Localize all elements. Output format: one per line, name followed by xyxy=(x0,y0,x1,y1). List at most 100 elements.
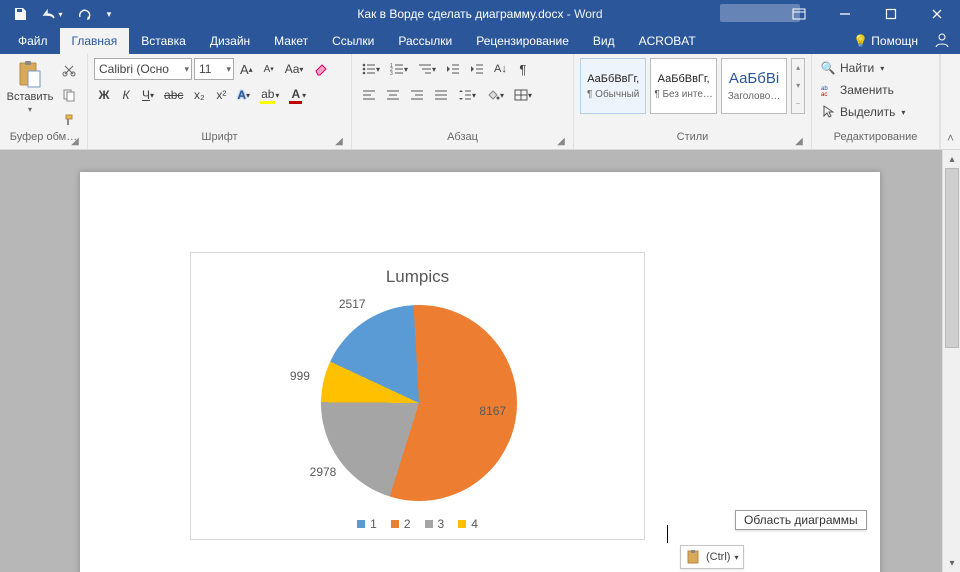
style-heading1[interactable]: АаБбВі Заголово… xyxy=(721,58,787,114)
close-button[interactable] xyxy=(914,0,960,28)
tab-insert[interactable]: Вставка xyxy=(129,28,198,54)
legend-swatch xyxy=(458,520,466,528)
tab-references[interactable]: Ссылки xyxy=(320,28,386,54)
justify-icon xyxy=(434,89,448,101)
tab-design[interactable]: Дизайн xyxy=(198,28,262,54)
show-marks-button[interactable]: ¶ xyxy=(513,58,533,80)
redo-button[interactable] xyxy=(70,2,98,26)
ribbon-display-options-button[interactable] xyxy=(776,0,822,28)
italic-button[interactable]: К xyxy=(116,84,136,106)
cursor-icon xyxy=(820,105,836,119)
find-button[interactable]: 🔍Найти▾ xyxy=(818,58,933,78)
undo-icon xyxy=(41,7,57,21)
qat-customize-button[interactable]: ▾ xyxy=(102,2,116,26)
legend-item: 4 xyxy=(458,517,478,531)
line-spacing-button[interactable]: ▾ xyxy=(454,84,480,106)
chevron-down-icon: ▾ xyxy=(796,81,800,90)
group-font: Calibri (Осно▾ 11▾ A▴ A▾ Aa▾ Ж К Ч▾ abc … xyxy=(88,54,352,149)
collapse-ribbon-button[interactable]: ˄ xyxy=(940,54,960,149)
legend-label: 2 xyxy=(404,517,411,531)
tab-layout[interactable]: Макет xyxy=(262,28,320,54)
grow-font-button[interactable]: A▴ xyxy=(236,58,257,80)
subscript-button[interactable]: x₂ xyxy=(189,84,209,106)
ribbon-tabs: Файл Главная Вставка Дизайн Макет Ссылки… xyxy=(0,28,960,54)
window-controls xyxy=(776,0,960,28)
chart-legend: 1234 xyxy=(191,517,644,531)
chart-data-label: 8167 xyxy=(479,404,506,418)
legend-swatch xyxy=(425,520,433,528)
tab-acrobat[interactable]: ACROBAT xyxy=(627,28,708,54)
style-no-spacing[interactable]: АаБбВвГг, ¶ Без инте… xyxy=(650,58,716,114)
group-clipboard: Вставить ▾ Буфер обм…◢ xyxy=(0,54,88,149)
select-button[interactable]: Выделить▾ xyxy=(818,102,933,122)
multilevel-list-button[interactable]: ▾ xyxy=(414,58,440,80)
numbering-button[interactable]: 123▾ xyxy=(386,58,412,80)
tab-view[interactable]: Вид xyxy=(581,28,627,54)
styles-dialog-launcher[interactable]: ◢ xyxy=(793,135,805,147)
underline-button[interactable]: Ч▾ xyxy=(138,84,158,106)
align-right-button[interactable] xyxy=(406,84,428,106)
undo-button[interactable]: ▾ xyxy=(38,2,66,26)
group-editing: 🔍Найти▾ abacЗаменить Выделить▾ Редактиро… xyxy=(812,54,940,149)
account-button[interactable] xyxy=(934,32,950,51)
styles-gallery-scroll[interactable]: ▴ ▾ ⎯ xyxy=(791,58,805,114)
paste-options-button[interactable]: (Ctrl) ▾ xyxy=(680,545,744,569)
scroll-up-button[interactable]: ▴ xyxy=(943,150,960,168)
copy-button[interactable] xyxy=(58,84,80,106)
shrink-font-button[interactable]: A▾ xyxy=(259,58,279,80)
font-name-combo[interactable]: Calibri (Осно▾ xyxy=(94,58,192,80)
bullets-button[interactable]: ▾ xyxy=(358,58,384,80)
highlight-button[interactable]: ab▾ xyxy=(256,84,283,106)
vertical-scrollbar[interactable]: ▴ ▾ xyxy=(942,150,960,572)
tab-home[interactable]: Главная xyxy=(60,28,130,54)
style-normal[interactable]: АаБбВвГг, ¶ Обычный xyxy=(580,58,646,114)
chart-title: Lumpics xyxy=(191,267,644,287)
decrease-indent-button[interactable] xyxy=(442,58,464,80)
eraser-icon xyxy=(313,62,329,76)
user-icon xyxy=(934,32,950,48)
text-effects-button[interactable]: A▾ xyxy=(233,84,254,106)
change-case-button[interactable]: Aa▾ xyxy=(281,58,308,80)
group-editing-label: Редактирование xyxy=(834,131,918,143)
format-painter-button[interactable] xyxy=(58,109,80,131)
tab-file[interactable]: Файл xyxy=(6,28,60,54)
tell-me[interactable]: 💡 Помощн xyxy=(853,34,918,48)
increase-indent-button[interactable] xyxy=(466,58,488,80)
ribbon-box-icon xyxy=(792,8,806,20)
borders-button[interactable]: ▾ xyxy=(510,84,536,106)
spacing-icon xyxy=(458,89,472,101)
strikethrough-button[interactable]: abc xyxy=(160,84,187,106)
close-icon xyxy=(931,8,943,20)
align-center-button[interactable] xyxy=(382,84,404,106)
maximize-button[interactable] xyxy=(868,0,914,28)
minimize-button[interactable] xyxy=(822,0,868,28)
ribbon: Вставить ▾ Буфер обм…◢ Calibri (Осно▾ 11… xyxy=(0,54,960,150)
font-size-combo[interactable]: 11▾ xyxy=(194,58,234,80)
clear-formatting-button[interactable] xyxy=(309,58,333,80)
replace-button[interactable]: abacЗаменить xyxy=(818,80,933,100)
paragraph-dialog-launcher[interactable]: ◢ xyxy=(555,135,567,147)
chart-data-label: 999 xyxy=(290,369,310,383)
font-color-button[interactable]: A▾ xyxy=(285,84,310,106)
chart-data-label: 2517 xyxy=(339,297,366,311)
lightbulb-icon: 💡 xyxy=(853,34,868,48)
sort-button[interactable]: A↓ xyxy=(490,58,511,80)
group-styles: АаБбВвГг, ¶ Обычный АаБбВвГг, ¶ Без инте… xyxy=(574,54,812,149)
tab-mailings[interactable]: Рассылки xyxy=(386,28,464,54)
cut-button[interactable] xyxy=(58,59,80,81)
bold-button[interactable]: Ж xyxy=(94,84,114,106)
tab-review[interactable]: Рецензирование xyxy=(464,28,581,54)
scroll-thumb[interactable] xyxy=(945,168,959,348)
superscript-button[interactable]: x² xyxy=(211,84,231,106)
align-left-button[interactable] xyxy=(358,84,380,106)
clipboard-dialog-launcher[interactable]: ◢ xyxy=(69,135,81,147)
font-dialog-launcher[interactable]: ◢ xyxy=(333,135,345,147)
shading-button[interactable]: ▾ xyxy=(482,84,508,106)
chart-object[interactable]: Lumpics 1234 251781672978999 xyxy=(190,252,645,540)
paste-button[interactable]: Вставить ▾ xyxy=(6,58,54,124)
scroll-down-button[interactable]: ▾ xyxy=(943,554,960,572)
chart-tooltip: Область диаграммы xyxy=(735,510,867,530)
minimize-icon xyxy=(839,8,851,20)
justify-button[interactable] xyxy=(430,84,452,106)
save-button[interactable] xyxy=(6,2,34,26)
